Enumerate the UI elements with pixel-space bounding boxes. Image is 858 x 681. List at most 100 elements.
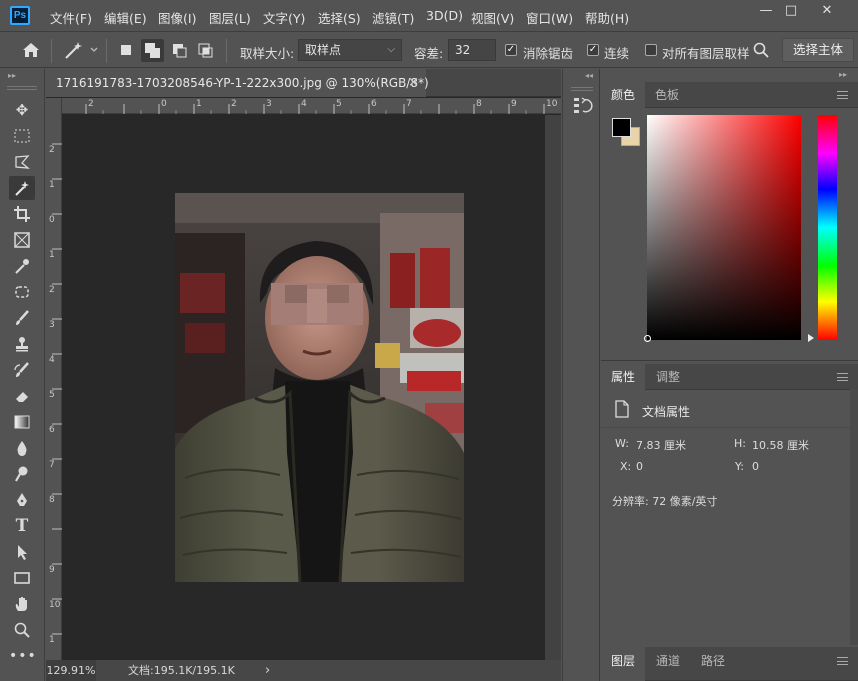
- hue-slider[interactable]: [818, 115, 837, 340]
- patch-tool-icon[interactable]: [9, 280, 35, 304]
- magic-wand-preset-icon[interactable]: [62, 39, 100, 61]
- menu-select[interactable]: 选择(S): [318, 8, 361, 27]
- history-brush-tool-icon[interactable]: [9, 358, 35, 382]
- right-panels: ▸▸ 颜色 色板 属性 调整 文档属性 W: 7.83 厘米 H: 10.58 …: [601, 69, 858, 681]
- sample-size-select[interactable]: 取样点 ⌵: [298, 39, 402, 61]
- menu-filter[interactable]: 滤镜(T): [372, 8, 414, 27]
- eraser-tool-icon[interactable]: [9, 384, 35, 408]
- color-panel-menu-icon[interactable]: [837, 91, 848, 99]
- search-icon[interactable]: [752, 41, 770, 59]
- gradient-tool-icon[interactable]: [9, 410, 35, 434]
- path-select-tool-icon[interactable]: [9, 540, 35, 564]
- home-icon[interactable]: [20, 40, 42, 60]
- ruler-h-label: 10: [546, 99, 558, 109]
- history-panel-icon[interactable]: [571, 94, 593, 118]
- rectangle-tool-icon[interactable]: [9, 566, 35, 590]
- select-subject-button[interactable]: 选择主体: [782, 38, 854, 62]
- menu-layer[interactable]: 图层(L): [209, 8, 251, 27]
- menu-image[interactable]: 图像(I): [158, 8, 196, 27]
- ruler-v-label: 1: [49, 180, 55, 190]
- antialias-checkbox[interactable]: ✓: [505, 44, 517, 56]
- foreground-color-swatch[interactable]: [612, 118, 631, 137]
- tab-paths[interactable]: 路径: [691, 647, 735, 673]
- dodge-tool-icon[interactable]: [9, 462, 35, 486]
- brush-tool-icon[interactable]: [9, 306, 35, 330]
- document-size: 文档:195.1K/195.1K: [128, 664, 235, 677]
- toolbar-grip[interactable]: [7, 86, 37, 90]
- document-image[interactable]: [175, 193, 464, 582]
- ruler-v-label: 1: [49, 250, 55, 260]
- pen-tool-icon[interactable]: [9, 488, 35, 512]
- menu-file[interactable]: 文件(F): [50, 8, 92, 27]
- tab-properties[interactable]: 属性: [601, 364, 646, 390]
- menu-3d[interactable]: 3D(D): [426, 8, 463, 23]
- minimize-button[interactable]: —: [752, 2, 780, 22]
- properties-scrollbar[interactable]: [850, 389, 858, 645]
- magic-wand-tool-icon[interactable]: [9, 176, 35, 200]
- maximize-button[interactable]: □: [777, 2, 805, 22]
- ruler-h-label: 1: [196, 99, 202, 109]
- move-tool-icon[interactable]: ✥: [9, 98, 35, 122]
- marquee-tool-icon[interactable]: [9, 124, 35, 148]
- crop-tool-icon[interactable]: [9, 202, 35, 226]
- properties-section-title: 文档属性: [642, 405, 691, 419]
- frame-tool-icon[interactable]: [9, 228, 35, 252]
- blur-tool-icon[interactable]: [9, 436, 35, 460]
- ruler-v-label: 4: [49, 355, 55, 365]
- intersect-selection-icon[interactable]: [196, 41, 214, 59]
- layers-panel-menu-icon[interactable]: [837, 657, 848, 665]
- collapse-toolbar-icon[interactable]: ▸▸: [8, 71, 16, 80]
- ruler-v-label: 10: [49, 600, 61, 610]
- tolerance-input[interactable]: 32: [448, 39, 496, 61]
- tab-color[interactable]: 颜色: [601, 82, 646, 108]
- width-value[interactable]: 7.83 厘米: [636, 437, 686, 453]
- tab-layers[interactable]: 图层: [601, 647, 646, 681]
- new-selection-icon[interactable]: [118, 42, 134, 58]
- stamp-tool-icon[interactable]: [9, 332, 35, 356]
- properties-panel-menu-icon[interactable]: [837, 373, 848, 381]
- picker-cursor[interactable]: [644, 335, 651, 342]
- all-layers-checkbox[interactable]: [645, 44, 657, 56]
- contiguous-checkbox[interactable]: ✓: [587, 44, 599, 56]
- sample-size-value: 取样点: [305, 43, 342, 57]
- zoom-tool-icon[interactable]: [9, 618, 35, 642]
- height-value[interactable]: 10.58 厘米: [752, 437, 809, 453]
- expand-panel-icon[interactable]: ◂◂: [585, 71, 593, 80]
- more-tools-icon[interactable]: •••: [9, 644, 36, 668]
- menu-view[interactable]: 视图(V): [471, 8, 514, 27]
- lasso-tool-icon[interactable]: [9, 150, 35, 174]
- canvas[interactable]: [62, 115, 545, 660]
- tab-swatches[interactable]: 色板: [645, 82, 689, 108]
- tab-close-icon[interactable]: ×: [408, 69, 419, 97]
- status-menu-arrow[interactable]: ›: [265, 660, 270, 681]
- subtract-selection-icon[interactable]: [170, 41, 188, 59]
- horizontal-ruler[interactable]: 2 0 1 2 3 4 5 6 7 8 9 10: [62, 98, 561, 114]
- menu-window[interactable]: 窗口(W): [526, 8, 573, 27]
- add-selection-icon[interactable]: [141, 39, 164, 62]
- tab-channels[interactable]: 通道: [646, 647, 690, 673]
- document-tab[interactable]: 1716191783-1703208546-YP-1-222x300.jpg @…: [46, 69, 429, 97]
- chevron-down-icon: ⌵: [387, 44, 395, 55]
- ruler-v-label: 5: [49, 390, 55, 400]
- y-value[interactable]: 0: [752, 460, 759, 473]
- vertical-scrollbar[interactable]: [545, 115, 561, 660]
- tab-adjustments[interactable]: 调整: [646, 364, 690, 390]
- document-tab-bar: 1716191783-1703208546-YP-1-222x300.jpg @…: [46, 69, 561, 97]
- color-picker-field[interactable]: [644, 115, 801, 342]
- collapse-panels-icon[interactable]: ▸▸: [839, 70, 847, 79]
- hand-tool-icon[interactable]: [9, 592, 35, 616]
- menu-edit[interactable]: 编辑(E): [104, 8, 147, 27]
- close-button[interactable]: ✕: [813, 2, 841, 22]
- panel-grip[interactable]: [571, 87, 593, 91]
- hue-slider-handle[interactable]: [808, 334, 814, 342]
- ruler-v-label: 9: [49, 565, 55, 575]
- width-label: W:: [615, 437, 629, 450]
- eyedropper-tool-icon[interactable]: [9, 254, 35, 278]
- zoom-level[interactable]: 129.91%: [46, 660, 96, 681]
- vertical-ruler[interactable]: 2 1 0 1 2 3 4 5 6 7 8 9 10 1: [46, 98, 62, 660]
- type-tool-icon[interactable]: T: [9, 514, 35, 538]
- ruler-h-label: 2: [88, 99, 94, 109]
- menu-help[interactable]: 帮助(H): [585, 8, 629, 27]
- x-value[interactable]: 0: [636, 460, 643, 473]
- menu-type[interactable]: 文字(Y): [263, 8, 305, 27]
